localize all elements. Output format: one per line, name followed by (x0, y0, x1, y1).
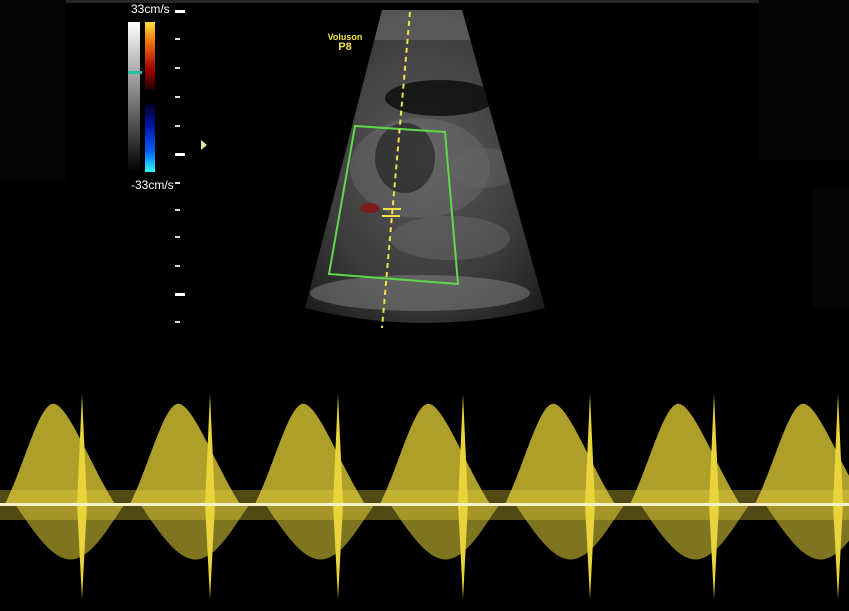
spectrum-envelope-upper (380, 403, 490, 504)
right-dark-panel-lower (812, 188, 849, 308)
color-scale-max-label: 33cm/s (131, 2, 170, 16)
focus-marker-icon[interactable] (201, 140, 207, 150)
top-strip (66, 0, 759, 3)
color-velocity-scale (128, 22, 155, 172)
depth-scale (175, 10, 185, 323)
spectrum-envelope-upper (130, 403, 240, 504)
doppler-spectrum (0, 394, 849, 599)
spectrum-envelope-upper (5, 403, 115, 504)
spectrum-envelope-upper (630, 403, 740, 504)
bmode-image (305, 10, 545, 329)
spectrum-waveform (0, 394, 849, 599)
spectrum-envelope-upper (505, 403, 615, 504)
spectrum-envelope-upper (255, 403, 365, 504)
left-dark-panel (0, 0, 66, 180)
right-dark-panel (759, 0, 849, 160)
color-scale-min-label: -33cm/s (131, 178, 174, 192)
spectrum-baseline (0, 503, 849, 506)
